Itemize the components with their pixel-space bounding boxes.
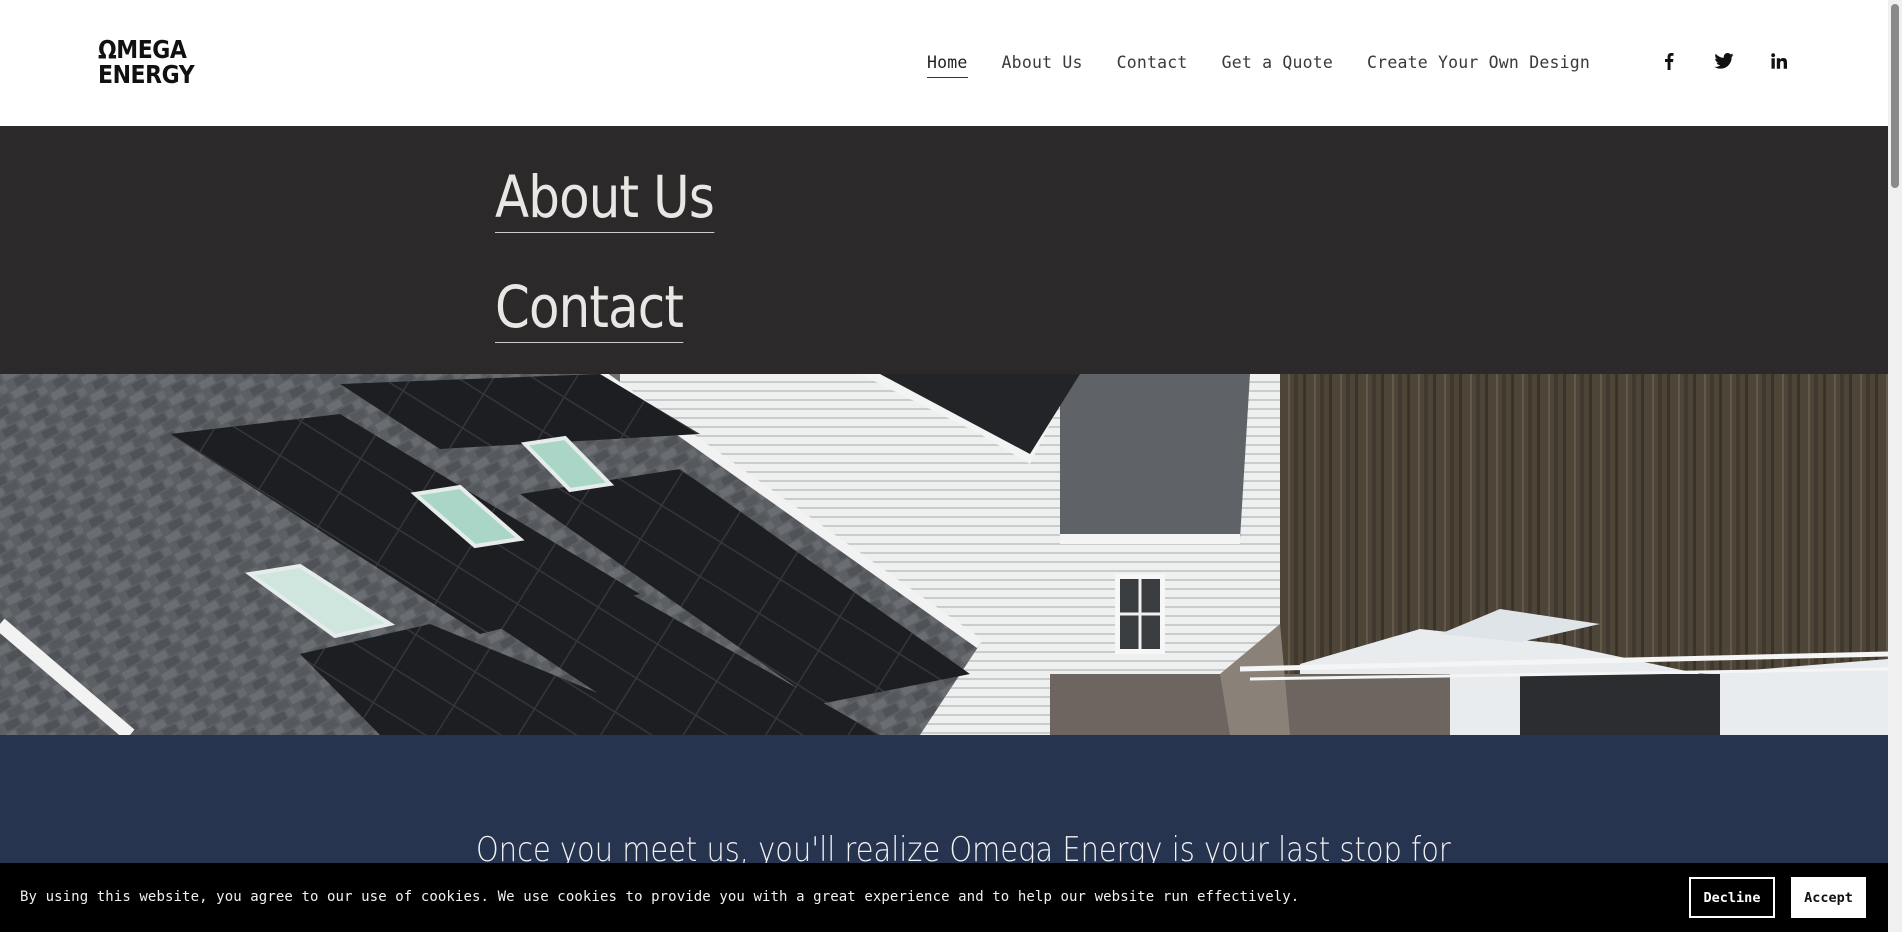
nav-create-your-own-design[interactable]: Create Your Own Design: [1367, 51, 1590, 77]
facebook-icon[interactable]: [1658, 50, 1680, 72]
cookie-banner-text: By using this website, you agree to our …: [20, 889, 1300, 905]
site-header: ΩMEGA ENERGY Home About Us Contact Get a…: [0, 0, 1888, 126]
linkedin-icon[interactable]: [1768, 50, 1790, 72]
social-links: [1625, 50, 1790, 72]
twitter-icon[interactable]: [1713, 50, 1735, 72]
nav-home[interactable]: Home: [927, 51, 968, 78]
cookie-banner: By using this website, you agree to our …: [0, 863, 1888, 932]
accept-cookies-button[interactable]: Accept: [1791, 877, 1866, 918]
solar-panels-house-aerial-image: [0, 374, 1888, 735]
nav-contact[interactable]: Contact: [1117, 51, 1188, 77]
main-nav: Home About Us Contact Get a Quote Create…: [893, 51, 1590, 78]
scrollbar-thumb[interactable]: [1891, 4, 1899, 188]
contact-link[interactable]: Contact: [495, 278, 684, 343]
logo-line-1: ΩMEGA: [98, 35, 187, 64]
page-links-section: About Us Contact: [0, 126, 1888, 374]
omega-energy-logo[interactable]: ΩMEGA ENERGY: [98, 35, 195, 89]
nav-about-us[interactable]: About Us: [1002, 51, 1083, 77]
page-scrollbar[interactable]: [1888, 0, 1902, 932]
decline-cookies-button[interactable]: Decline: [1689, 877, 1775, 918]
solar-house-photo: [0, 374, 1888, 735]
nav-get-a-quote[interactable]: Get a Quote: [1222, 51, 1333, 77]
about-us-link[interactable]: About Us: [495, 168, 715, 233]
logo-line-2: ENERGY: [98, 60, 195, 89]
